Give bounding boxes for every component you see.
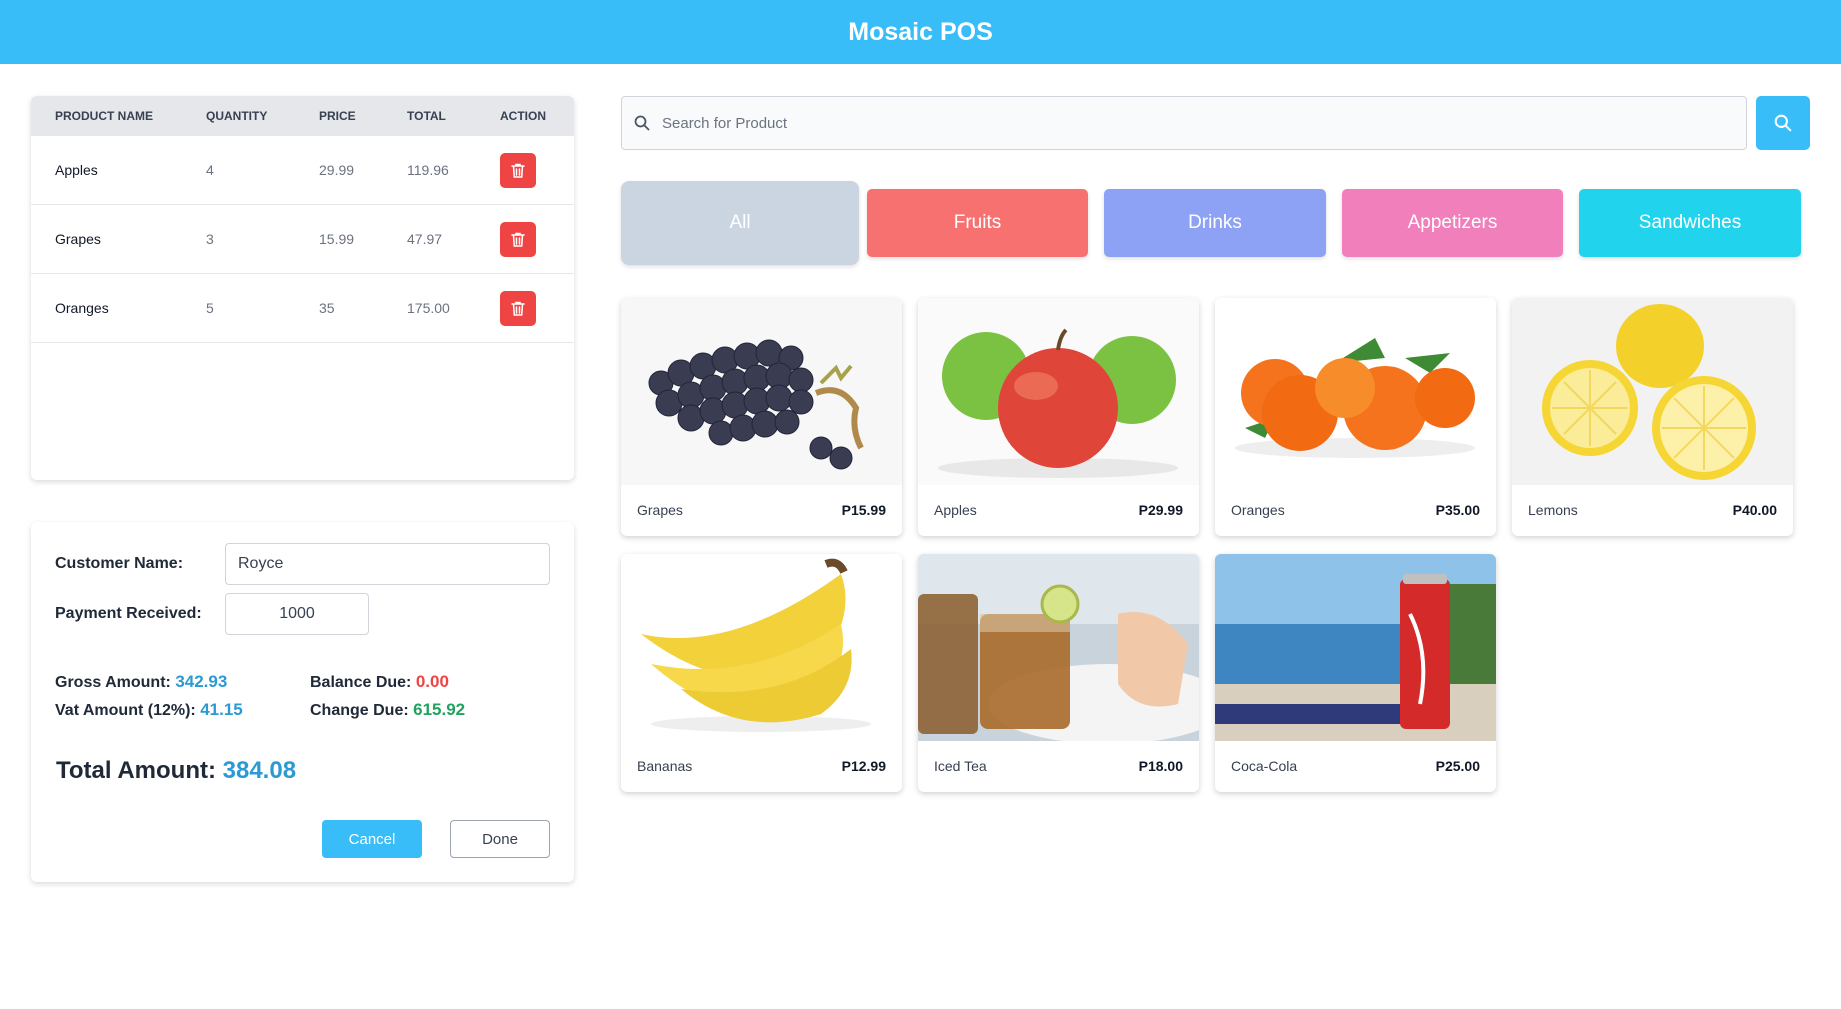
column-price: PRICE	[319, 109, 356, 123]
cell-total: 175.00	[407, 300, 450, 316]
delete-item-button[interactable]	[500, 290, 536, 326]
product-name: Bananas	[637, 758, 693, 774]
oranges-image	[1215, 298, 1496, 485]
app-header: Mosaic POS	[0, 0, 1841, 64]
cell-quantity: 5	[206, 300, 214, 316]
product-name: Apples	[934, 502, 977, 518]
category-fruits[interactable]: Fruits	[867, 189, 1088, 257]
cell-price: 15.99	[319, 231, 355, 247]
search-input[interactable]	[662, 114, 1662, 132]
apples-image	[918, 298, 1199, 485]
product-name: Oranges	[1231, 502, 1285, 518]
cell-product-name: Grapes	[55, 231, 101, 247]
change-due-label: Change Due:	[310, 702, 409, 719]
gross-amount-value: 342.93	[175, 672, 228, 691]
product-card-bananas[interactable]: Bananas P12.99	[621, 554, 902, 792]
product-name: Coca-Cola	[1231, 758, 1298, 774]
delete-item-button[interactable]	[500, 152, 536, 188]
cell-price: 35	[319, 300, 335, 316]
table-row: Apples 4 29.99 119.96	[31, 136, 574, 205]
cell-product-name: Oranges	[55, 300, 109, 316]
balance-due-value: 0.00	[415, 672, 449, 691]
gross-amount-label: Gross Amount:	[55, 674, 171, 691]
product-card-oranges[interactable]: Oranges P35.00	[1215, 298, 1496, 536]
total-amount-value: 384.08	[222, 757, 297, 784]
customer-name-input[interactable]	[225, 543, 550, 585]
vat-amount: Vat Amount (12%): 41.15	[55, 700, 243, 720]
product-name: Lemons	[1528, 502, 1578, 518]
done-button[interactable]: Done	[450, 820, 550, 858]
cell-quantity: 3	[206, 231, 214, 247]
balance-due-label: Balance Due:	[310, 674, 412, 691]
bananas-image	[621, 554, 902, 741]
column-quantity: QUANTITY	[206, 109, 268, 123]
product-card-grapes[interactable]: Grapes P15.99	[621, 298, 902, 536]
column-product-name: PRODUCT NAME	[55, 109, 153, 123]
total-amount: Total Amount: 384.08	[56, 757, 296, 785]
cell-product-name: Apples	[55, 162, 98, 178]
product-name: Iced Tea	[934, 758, 987, 774]
product-card-coca-cola[interactable]: Coca-Cola P25.00	[1215, 554, 1496, 792]
delete-item-button[interactable]	[500, 221, 536, 257]
total-amount-label: Total Amount:	[56, 757, 216, 784]
search-icon	[1774, 114, 1792, 132]
product-price: P29.99	[1138, 502, 1183, 518]
vat-amount-label: Vat Amount (12%):	[55, 702, 196, 719]
column-action: ACTION	[500, 109, 546, 123]
product-search	[621, 96, 1747, 150]
trash-icon	[511, 232, 525, 247]
product-card-iced-tea[interactable]: Iced Tea P18.00	[918, 554, 1199, 792]
coca-cola-image	[1215, 554, 1496, 741]
category-sandwiches[interactable]: Sandwiches	[1579, 189, 1801, 257]
search-button[interactable]	[1756, 96, 1810, 150]
change-due-value: 615.92	[413, 700, 466, 719]
product-price: P25.00	[1435, 758, 1480, 774]
customer-name-label: Customer Name:	[55, 555, 184, 572]
lemons-image	[1512, 298, 1793, 485]
trash-icon	[511, 163, 525, 178]
iced-tea-image	[918, 554, 1199, 741]
cell-quantity: 4	[206, 162, 214, 178]
change-due: Change Due: 615.92	[310, 700, 465, 720]
table-row: Grapes 3 15.99 47.97	[31, 205, 574, 274]
product-price: P18.00	[1138, 758, 1183, 774]
product-name: Grapes	[637, 502, 683, 518]
product-card-apples[interactable]: Apples P29.99	[918, 298, 1199, 536]
trash-icon	[511, 301, 525, 316]
product-price: P12.99	[841, 758, 886, 774]
cart-table: PRODUCT NAME QUANTITY PRICE TOTAL ACTION…	[31, 96, 574, 480]
category-drinks[interactable]: Drinks	[1104, 189, 1326, 257]
grapes-image	[621, 298, 902, 485]
product-price: P40.00	[1732, 502, 1777, 518]
vat-amount-value: 41.15	[200, 700, 243, 719]
payment-received-label: Payment Received:	[55, 605, 202, 622]
balance-due: Balance Due: 0.00	[310, 672, 449, 692]
app-title: Mosaic POS	[848, 17, 993, 46]
category-appetizers[interactable]: Appetizers	[1342, 189, 1563, 257]
payment-received-input[interactable]	[225, 593, 369, 635]
cancel-button[interactable]: Cancel	[322, 820, 422, 858]
cell-total: 119.96	[407, 162, 449, 178]
cell-total: 47.97	[407, 231, 443, 247]
payment-panel: Customer Name: Payment Received: Gross A…	[31, 522, 574, 882]
column-total: TOTAL	[407, 109, 446, 123]
cart-table-header: PRODUCT NAME QUANTITY PRICE TOTAL ACTION	[31, 96, 574, 136]
table-row: Oranges 5 35 175.00	[31, 274, 574, 343]
search-icon	[634, 115, 650, 131]
product-price: P15.99	[841, 502, 886, 518]
product-price: P35.00	[1435, 502, 1480, 518]
cell-price: 29.99	[319, 162, 355, 178]
category-all[interactable]: All	[621, 181, 859, 265]
gross-amount: Gross Amount: 342.93	[55, 672, 227, 692]
product-card-lemons[interactable]: Lemons P40.00	[1512, 298, 1793, 536]
